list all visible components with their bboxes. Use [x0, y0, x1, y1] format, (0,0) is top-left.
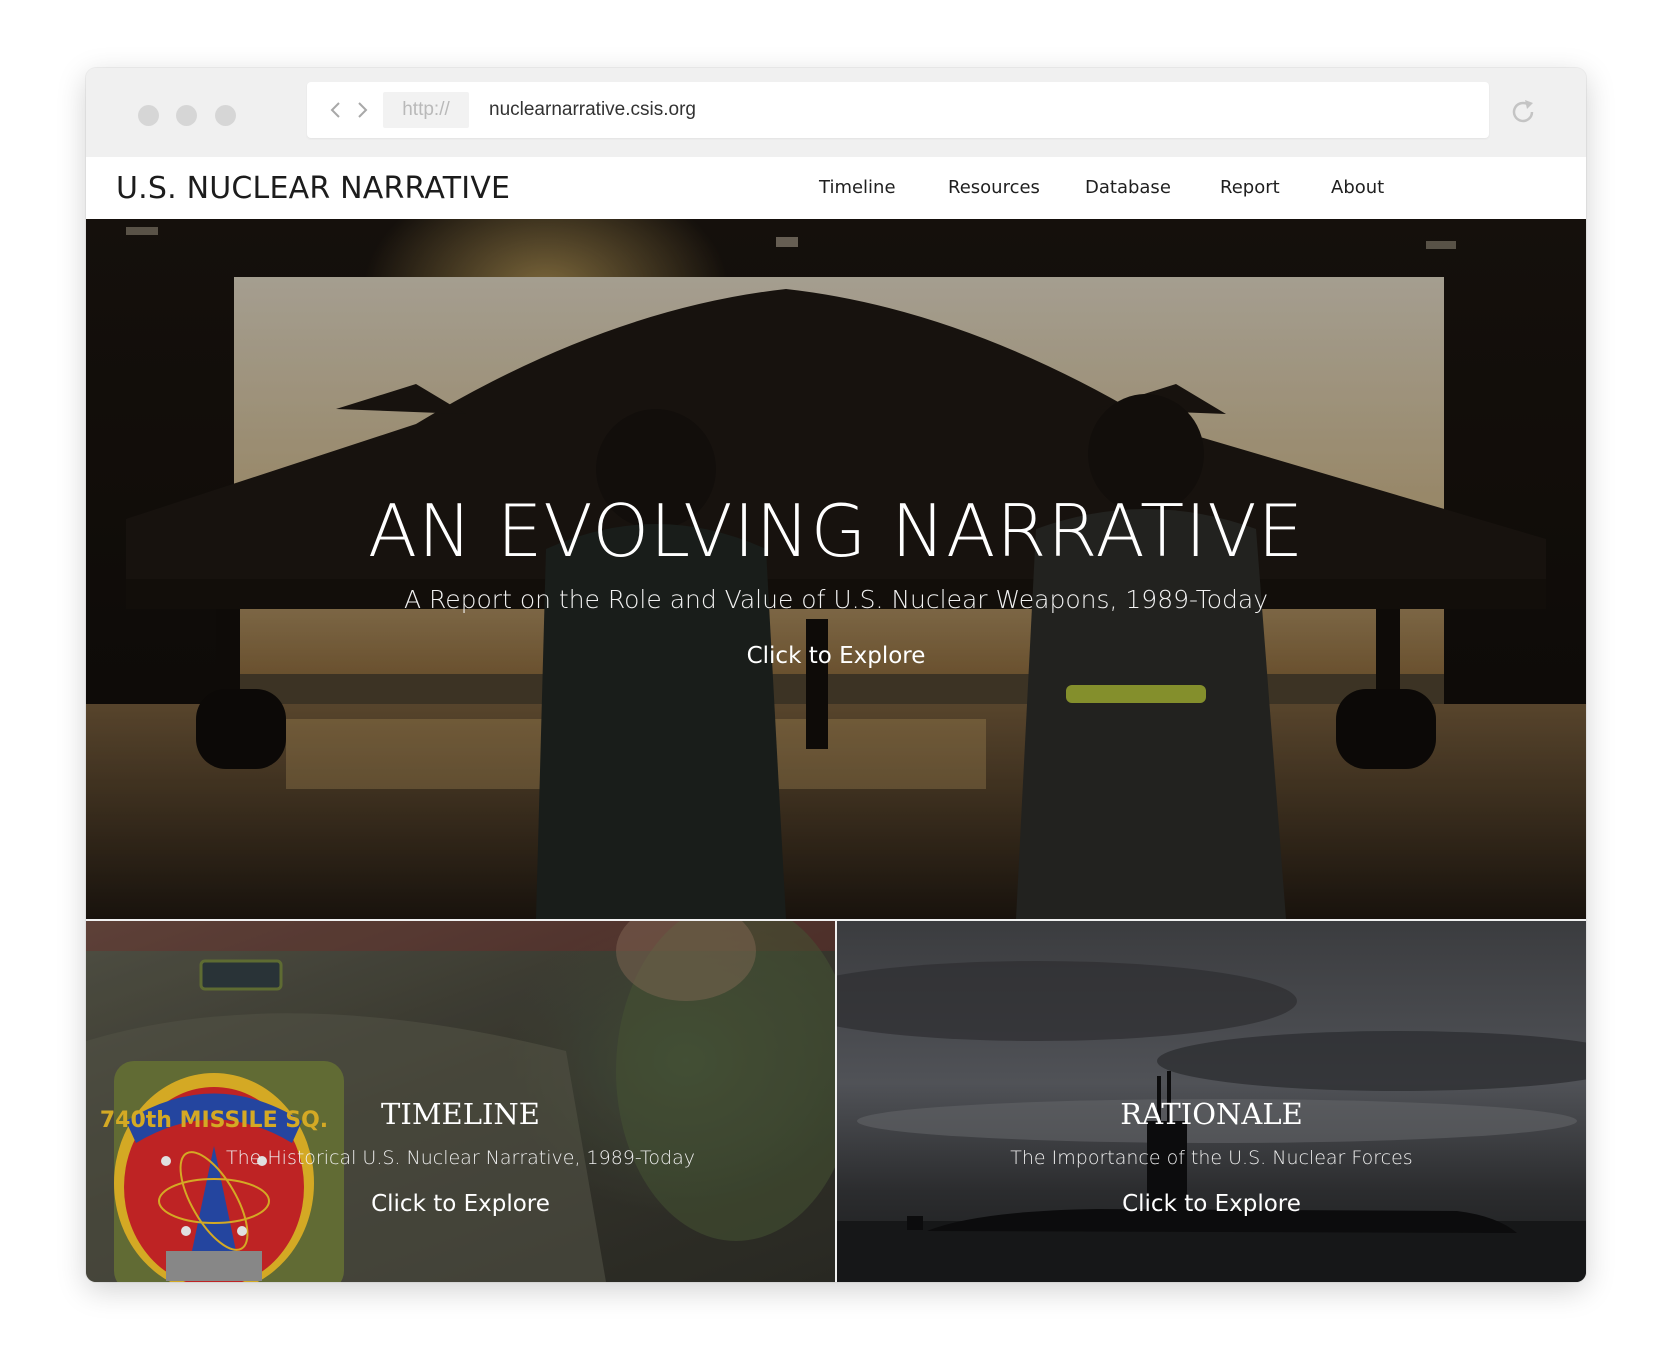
timeline-explore-link[interactable]: Click to Explore — [86, 1191, 835, 1217]
nav-resources[interactable]: Resources — [948, 157, 1040, 219]
url-text[interactable]: nuclearnarrative.csis.org — [489, 82, 696, 138]
hero-explore-link[interactable]: Click to Explore — [86, 643, 1586, 669]
reload-icon[interactable] — [1508, 97, 1538, 127]
timeline-subtitle: The Historical U.S. Nuclear Narrative, 1… — [226, 1147, 695, 1169]
site-logo[interactable]: U.S. NUCLEAR NARRATIVE — [116, 157, 510, 221]
address-bar[interactable]: http:// nuclearnarrative.csis.org — [307, 82, 1489, 138]
browser-window: http:// nuclearnarrative.csis.org U.S. N… — [86, 68, 1586, 1282]
window-close-dot[interactable] — [138, 105, 159, 126]
browser-toolbar: http:// nuclearnarrative.csis.org — [86, 68, 1586, 157]
window-minimize-dot[interactable] — [176, 105, 197, 126]
rationale-subtitle: The Importance of the U.S. Nuclear Force… — [1010, 1147, 1413, 1169]
nav-report[interactable]: Report — [1220, 157, 1280, 219]
hero-title: AN EVOLVING NARRATIVE — [367, 489, 1305, 573]
window-maximize-dot[interactable] — [215, 105, 236, 126]
rationale-panel[interactable]: RATIONALE The Importance of the U.S. Nuc… — [837, 921, 1586, 1282]
nav-database[interactable]: Database — [1085, 157, 1171, 219]
timeline-title: TIMELINE — [381, 1097, 540, 1131]
hero-subtitle: A Report on the Role and Value of U.S. N… — [403, 585, 1269, 614]
timeline-panel[interactable]: 740th MISSILE SQ. TIMELINE The Historica… — [86, 921, 835, 1282]
back-arrow-icon[interactable] — [325, 98, 347, 122]
rationale-title: RATIONALE — [1120, 1097, 1303, 1131]
nav-timeline[interactable]: Timeline — [819, 157, 896, 219]
url-protocol: http:// — [383, 92, 469, 128]
rationale-explore-link[interactable]: Click to Explore — [837, 1191, 1586, 1217]
nav-about[interactable]: About — [1331, 157, 1384, 219]
site-header: U.S. NUCLEAR NARRATIVE Timeline Resource… — [86, 157, 1586, 219]
forward-arrow-icon[interactable] — [351, 98, 373, 122]
hero-banner[interactable]: AN EVOLVING NARRATIVE A Report on the Ro… — [86, 219, 1586, 919]
